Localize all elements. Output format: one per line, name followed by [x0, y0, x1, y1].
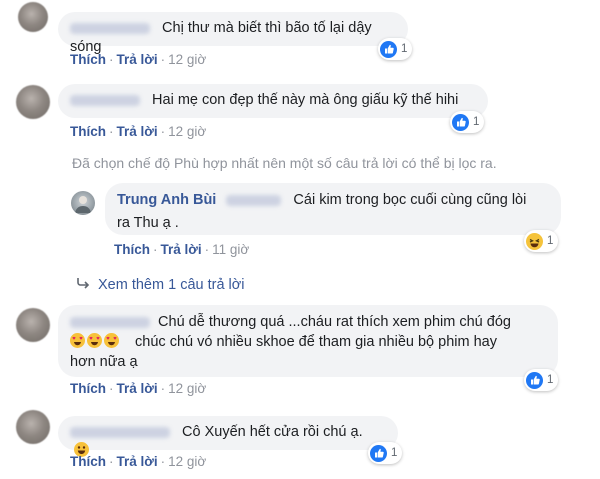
reply-actions: Thích · Trả lời · 11 giờ: [114, 242, 250, 257]
like-link[interactable]: Thích: [70, 454, 106, 469]
like-icon: [380, 40, 397, 58]
timestamp[interactable]: 11 giờ: [212, 242, 249, 257]
comment-text-line3: hơn nữa ạ: [70, 354, 138, 370]
comment-actions: Thích · Trả lời · 12 giờ: [70, 381, 207, 396]
view-more-replies[interactable]: Xem thêm 1 câu trả lời: [76, 276, 245, 293]
comment-bubble: Cô Xuyến hết cửa rồi chú ạ.: [58, 416, 398, 457]
like-link[interactable]: Thích: [70, 381, 106, 396]
reply-link[interactable]: Trả lời: [117, 52, 158, 67]
comment-actions: Thích · Trả lời · 12 giờ: [70, 124, 207, 139]
comment-bubble: Chị thư mà biết thì bão tố lại dậy sóng: [58, 12, 408, 55]
reply-text-line1: Cái kim trong bọc cuối cùng cũng lòi: [293, 192, 527, 208]
comment-bubble: Chú dễ thương quá ...cháu rat thích xem …: [58, 305, 558, 377]
reaction-count[interactable]: 1: [378, 38, 413, 60]
timestamp[interactable]: 12 giờ: [168, 124, 206, 139]
like-icon: [452, 113, 469, 131]
like-link[interactable]: Thích: [70, 52, 106, 67]
comment-text: Hai mẹ con đẹp thế này mà ông giấu kỹ th…: [152, 92, 459, 108]
reaction-count[interactable]: 1: [524, 230, 559, 252]
timestamp[interactable]: 12 giờ: [168, 454, 206, 469]
reply-text-line2: ra Thu ạ .: [117, 215, 179, 231]
like-link[interactable]: Thích: [70, 124, 106, 139]
reaction-number: 1: [547, 235, 554, 247]
commenter-name[interactable]: [70, 426, 170, 438]
timestamp[interactable]: 12 giờ: [168, 381, 206, 396]
commenter-name[interactable]: [70, 22, 150, 34]
reply-arrow-icon: [76, 276, 92, 292]
reaction-count[interactable]: 1: [450, 111, 485, 133]
reaction-count[interactable]: 1: [524, 369, 559, 391]
reply-link[interactable]: Trả lời: [117, 124, 158, 139]
like-icon: [370, 444, 387, 462]
reply-link[interactable]: Trả lời: [117, 454, 158, 469]
comment-actions: Thích · Trả lời · 12 giờ: [70, 52, 207, 67]
reply-bubble: Trung Anh Bùi Cái kim trong bọc cuối cùn…: [105, 183, 561, 235]
commenter-name[interactable]: [70, 316, 150, 328]
avatar[interactable]: [16, 85, 50, 119]
reaction-number: 1: [401, 43, 408, 55]
reaction-number: 1: [547, 374, 554, 386]
comment-text: Cô Xuyến hết cửa rồi chú ạ.: [182, 424, 363, 440]
reply-avatar[interactable]: [71, 191, 95, 215]
comment-text-line1: Chú dễ thương quá ...cháu rat thích xem …: [158, 314, 511, 330]
heart-eyes-emoji: [70, 333, 125, 350]
reply-link[interactable]: Trả lời: [161, 242, 202, 257]
avatar[interactable]: [16, 308, 50, 342]
avatar[interactable]: [18, 2, 48, 32]
avatar[interactable]: [16, 410, 50, 444]
reply-link[interactable]: Trả lời: [117, 381, 158, 396]
comment-text-line2: chúc chú vó nhiều skhoe để tham gia nhiề…: [135, 334, 497, 350]
tagged-name[interactable]: [226, 194, 282, 206]
reaction-count[interactable]: 1: [368, 442, 403, 464]
reaction-number: 1: [391, 447, 398, 459]
filter-notice: Đã chọn chế độ Phù hợp nhất nên một số c…: [72, 155, 497, 171]
reply-author[interactable]: Trung Anh Bùi: [117, 192, 216, 208]
haha-icon: [526, 232, 543, 250]
comment-actions: Thích · Trả lời · 12 giờ: [70, 454, 207, 469]
commenter-name[interactable]: [70, 94, 140, 106]
view-more-label[interactable]: Xem thêm 1 câu trả lời: [98, 277, 245, 293]
comment-bubble: Hai mẹ con đẹp thế này mà ông giấu kỹ th…: [58, 84, 488, 118]
like-icon: [526, 371, 543, 389]
reaction-number: 1: [473, 116, 480, 128]
timestamp[interactable]: 12 giờ: [168, 52, 206, 67]
like-link[interactable]: Thích: [114, 242, 150, 257]
